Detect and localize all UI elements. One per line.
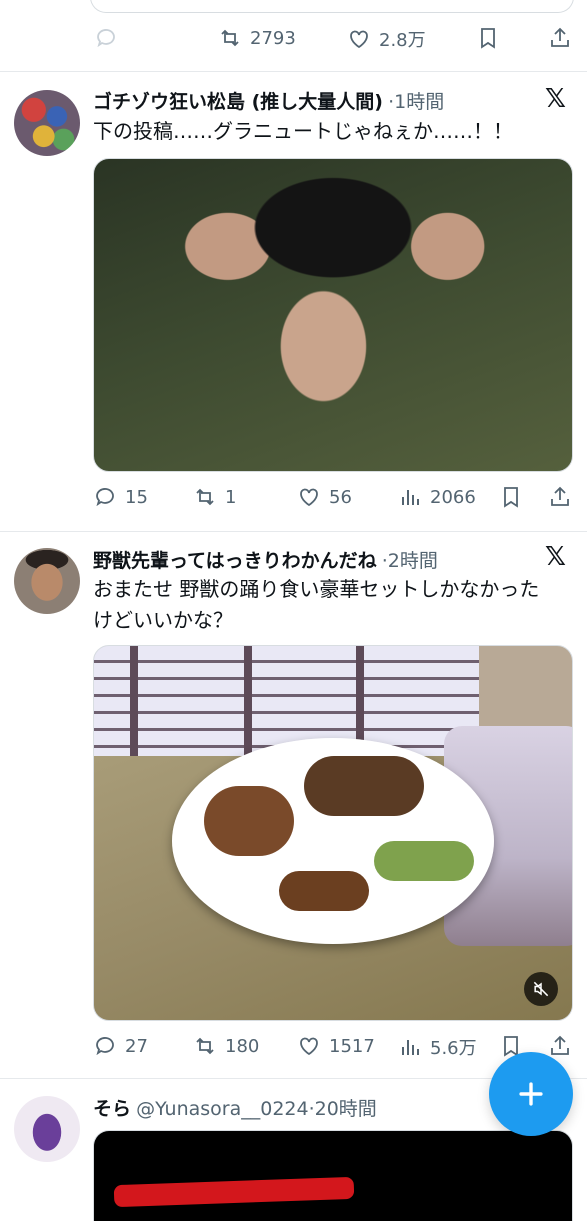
like-count: 56	[329, 486, 352, 508]
plate-food	[279, 871, 369, 911]
top-retweet-count: 2793	[250, 27, 296, 49]
avatar[interactable]	[14, 90, 80, 156]
divider	[0, 531, 587, 532]
window-panel	[94, 646, 479, 756]
post-header: ゴチゾウ狂い松島 (推し大量人間) ·1時間	[93, 87, 444, 114]
x-logo-icon: 𝕏	[545, 542, 566, 572]
video-frame-detail	[113, 1176, 355, 1208]
top-share-button[interactable]	[548, 26, 572, 50]
bookmark-icon	[481, 28, 495, 49]
views-count: 5.6万	[430, 1038, 477, 1059]
reply-icon	[96, 1037, 114, 1056]
post-time: ·1時間	[388, 91, 445, 113]
author-name[interactable]: ゴチゾウ狂い松島 (推し大量人間)	[93, 91, 383, 113]
reply-button[interactable]: 15	[93, 485, 148, 509]
heart-icon	[350, 30, 368, 49]
author-name[interactable]: 野獣先輩ってはっきりわかんだね	[93, 550, 377, 572]
author-handle[interactable]: @Yunasora__0224	[136, 1098, 308, 1120]
post-text-line: おまたせ 野獣の踊り食い豪華セットしかなかった	[93, 577, 540, 601]
like-button[interactable]: 56	[297, 485, 352, 509]
mute-button[interactable]	[524, 972, 558, 1006]
reply-button[interactable]: 27	[93, 1034, 148, 1058]
window-frame	[244, 646, 252, 756]
avatar[interactable]	[14, 548, 80, 614]
retweet-button[interactable]: 180	[193, 1034, 259, 1058]
views-button[interactable]: 2066	[398, 485, 476, 509]
post-image[interactable]	[93, 158, 573, 472]
share-button[interactable]	[548, 1034, 572, 1058]
divider	[0, 71, 587, 72]
post-header: そら @Yunasora__0224·20時間	[93, 1094, 377, 1121]
post-video[interactable]	[93, 1130, 573, 1221]
share-icon	[551, 486, 569, 506]
plus-icon	[519, 1082, 543, 1106]
views-button[interactable]: 5.6万	[398, 1034, 477, 1060]
retweet-count: 1	[225, 486, 237, 508]
like-count: 1517	[329, 1035, 375, 1057]
post-video[interactable]	[93, 645, 573, 1021]
views-icon	[402, 490, 419, 505]
plate-food	[204, 786, 294, 856]
window-frame	[130, 646, 138, 756]
retweet-icon	[196, 488, 214, 506]
x-logo-icon: 𝕏	[545, 84, 566, 114]
retweet-count: 180	[225, 1035, 260, 1057]
plate-food	[304, 756, 424, 816]
reply-icon	[96, 488, 114, 507]
post-text: 下の投稿……グラニュートじゃねぇか……！！	[93, 119, 513, 143]
bookmark-icon	[504, 487, 518, 508]
retweet-icon	[196, 1037, 214, 1055]
views-count: 2066	[430, 486, 476, 508]
share-icon	[551, 27, 569, 47]
post-time: ·2時間	[381, 550, 438, 572]
retweet-icon	[221, 29, 239, 47]
top-post-card-bottom	[90, 0, 574, 13]
top-retweet-button[interactable]: 2793	[218, 26, 296, 50]
reply-icon	[97, 29, 115, 48]
avatar[interactable]	[14, 1096, 80, 1162]
plate-food	[374, 841, 474, 881]
compose-button[interactable]	[489, 1052, 573, 1136]
mute-icon	[533, 981, 549, 997]
views-icon	[402, 1040, 419, 1055]
bookmark-button[interactable]	[499, 485, 523, 509]
top-bookmark-button[interactable]	[476, 26, 500, 50]
like-button[interactable]: 1517	[297, 1034, 375, 1058]
reply-count: 27	[125, 1035, 148, 1057]
reply-count: 15	[125, 486, 148, 508]
heart-icon	[300, 1037, 318, 1056]
post-header: 野獣先輩ってはっきりわかんだね ·2時間	[93, 546, 438, 573]
top-like-count: 2.8万	[379, 30, 426, 51]
share-icon	[551, 1035, 569, 1055]
author-name[interactable]: そら	[93, 1098, 131, 1120]
post-text-line: けどいいかな？	[93, 608, 233, 632]
post-time: ·20時間	[308, 1098, 377, 1120]
heart-icon	[300, 488, 318, 507]
top-reply-button[interactable]	[94, 26, 118, 50]
top-like-button[interactable]: 2.8万	[347, 26, 426, 52]
share-button[interactable]	[548, 485, 572, 509]
retweet-button[interactable]: 1	[193, 485, 236, 509]
